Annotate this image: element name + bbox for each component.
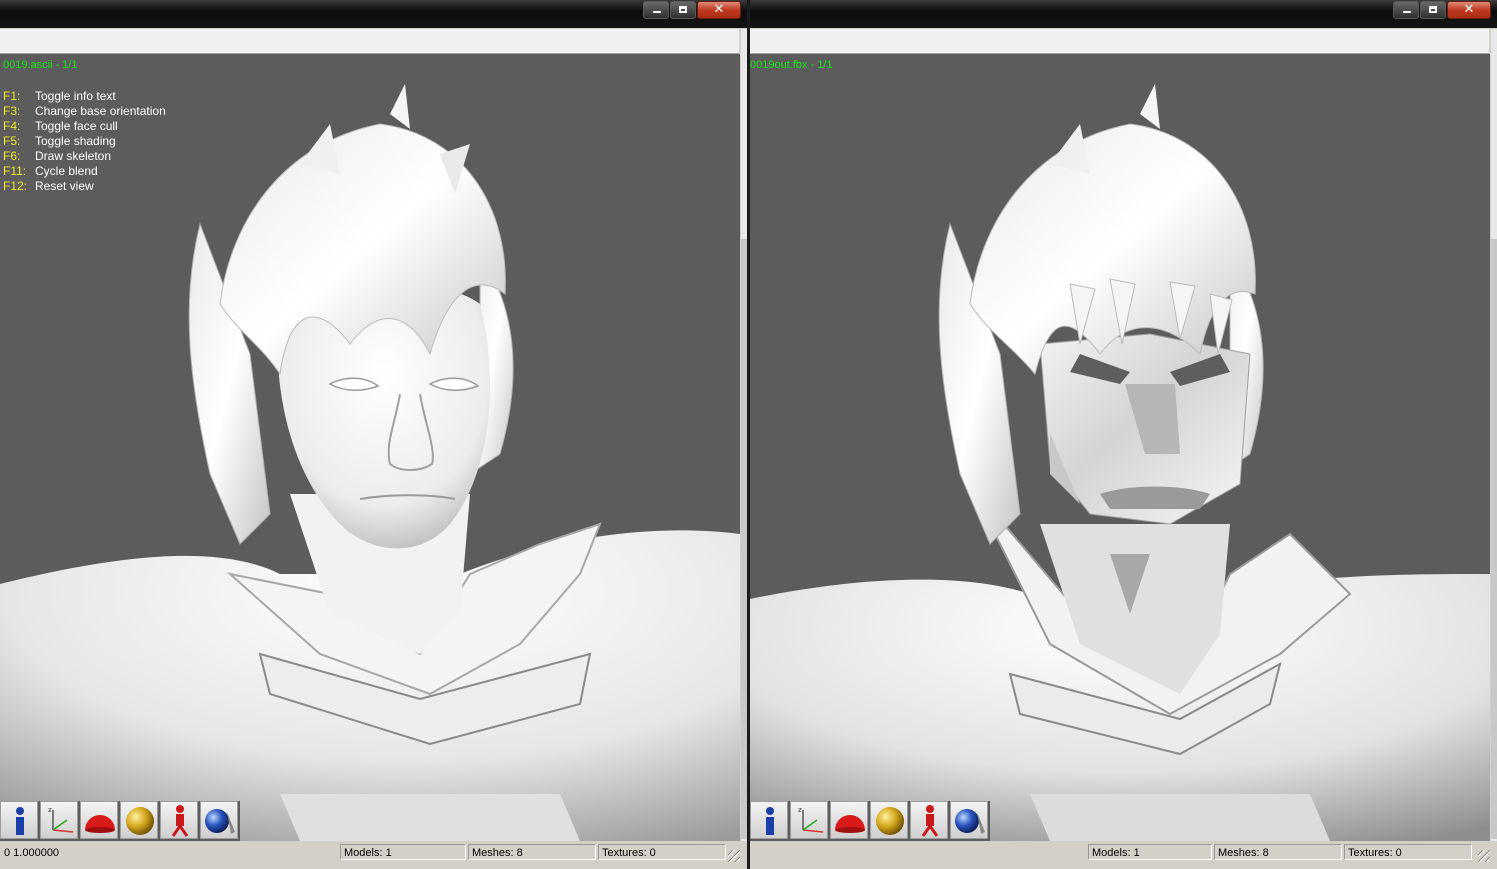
help-line: F12: Reset view bbox=[3, 179, 166, 194]
vertical-scrollbar[interactable] bbox=[1491, 29, 1497, 841]
minimize-icon bbox=[1403, 11, 1411, 13]
svg-text:z: z bbox=[798, 806, 802, 814]
minimize-icon bbox=[653, 11, 661, 13]
status-bar: 0 1.000000 Models: 1 Meshes: 8 Textures:… bbox=[0, 842, 740, 862]
robot-skeleton-icon bbox=[921, 805, 939, 837]
help-action: Toggle face cull bbox=[35, 119, 118, 133]
help-key: F3: bbox=[3, 104, 21, 118]
close-button[interactable]: ✕ bbox=[1447, 1, 1491, 19]
help-key: F4: bbox=[3, 119, 21, 133]
help-action: Draw skeleton bbox=[35, 149, 112, 163]
status-textures: Textures: 0 bbox=[598, 844, 726, 860]
maximize-button[interactable] bbox=[1420, 1, 1446, 19]
blue-sphere-icon bbox=[955, 809, 985, 834]
title-bar[interactable]: ✕ bbox=[750, 0, 1497, 28]
skeleton-button[interactable] bbox=[910, 801, 948, 839]
render-viewport[interactable]: 0019.ascii - 1/1 F1: Toggle info text F3:… bbox=[0, 54, 740, 841]
vertical-scrollbar[interactable] bbox=[741, 29, 747, 841]
axes-icon: z bbox=[48, 806, 74, 833]
robot-skeleton-icon bbox=[171, 805, 189, 837]
status-meshes: Meshes: 8 bbox=[1214, 844, 1342, 860]
help-line: F4: Toggle face cull bbox=[3, 119, 166, 134]
gold-sphere-icon bbox=[126, 807, 154, 835]
title-bar[interactable]: ✕ bbox=[0, 0, 747, 28]
viewer-window-right: ✕ 0019out.fbx - 1/1 z Models: 1 Meshes: … bbox=[750, 0, 1497, 869]
sphere-button[interactable] bbox=[870, 801, 908, 839]
help-line: F11: Cycle blend bbox=[3, 164, 166, 179]
axes-button[interactable]: z bbox=[40, 801, 78, 839]
info-icon bbox=[766, 807, 774, 835]
hemisphere-button[interactable] bbox=[830, 801, 868, 839]
status-value: 0 1.000000 bbox=[4, 847, 60, 859]
close-icon: ✕ bbox=[713, 2, 725, 17]
status-meshes: Meshes: 8 bbox=[468, 844, 596, 860]
skeleton-button[interactable] bbox=[160, 801, 198, 839]
maximize-icon bbox=[679, 6, 687, 13]
red-dome-icon bbox=[85, 815, 115, 833]
viewer-window-left: ✕ 0019.ascii - 1/1 F1: Toggle info text … bbox=[0, 0, 747, 869]
info-icon bbox=[16, 807, 24, 835]
help-action: Reset view bbox=[35, 179, 94, 193]
svg-text:z: z bbox=[48, 806, 52, 814]
file-title: 0019out.fbx - 1/1 bbox=[750, 59, 833, 71]
maximize-button[interactable] bbox=[670, 1, 696, 19]
resize-grip[interactable] bbox=[728, 850, 740, 862]
help-key: F6: bbox=[3, 149, 21, 163]
status-textures: Textures: 0 bbox=[1344, 844, 1472, 860]
minimize-button[interactable] bbox=[1393, 1, 1419, 19]
scrollbar-thumb[interactable] bbox=[1491, 239, 1497, 839]
menu-bar bbox=[0, 29, 739, 54]
info-button[interactable] bbox=[750, 801, 788, 839]
resize-grip[interactable] bbox=[1478, 850, 1490, 862]
material-button[interactable] bbox=[950, 801, 988, 839]
sphere-button[interactable] bbox=[120, 801, 158, 839]
help-action: Toggle info text bbox=[35, 89, 116, 103]
viewer-toolbar: z bbox=[750, 801, 990, 841]
help-line: F1: Toggle info text bbox=[3, 89, 166, 104]
help-line: F3: Change base orientation bbox=[3, 104, 166, 119]
help-action: Change base orientation bbox=[35, 104, 166, 118]
help-action: Toggle shading bbox=[35, 134, 116, 148]
help-key: F12: bbox=[3, 179, 28, 193]
help-overlay: F1: Toggle info text F3: Change base orien… bbox=[3, 89, 166, 194]
blue-sphere-icon bbox=[205, 809, 235, 834]
maximize-icon bbox=[1429, 6, 1437, 13]
status-models: Models: 1 bbox=[340, 844, 466, 860]
info-button[interactable] bbox=[0, 801, 38, 839]
hemisphere-button[interactable] bbox=[80, 801, 118, 839]
close-button[interactable]: ✕ bbox=[697, 1, 741, 19]
viewer-toolbar: z bbox=[0, 801, 240, 841]
help-key: F11: bbox=[3, 164, 27, 178]
help-line: F5: Toggle shading bbox=[3, 134, 166, 149]
help-line: F6: Draw skeleton bbox=[3, 149, 166, 164]
minimize-button[interactable] bbox=[643, 1, 669, 19]
red-dome-icon bbox=[835, 815, 865, 833]
help-action: Cycle blend bbox=[35, 164, 98, 178]
file-title: 0019.ascii - 1/1 bbox=[3, 59, 78, 71]
close-icon: ✕ bbox=[1463, 2, 1475, 17]
axes-button[interactable]: z bbox=[790, 801, 828, 839]
render-viewport[interactable]: 0019out.fbx - 1/1 z bbox=[750, 54, 1490, 841]
head-model-render bbox=[750, 84, 1490, 841]
scrollbar-thumb[interactable] bbox=[741, 239, 747, 839]
gold-sphere-icon bbox=[876, 807, 904, 835]
status-models: Models: 1 bbox=[1088, 844, 1212, 860]
help-key: F5: bbox=[3, 134, 21, 148]
help-key: F1: bbox=[3, 89, 21, 103]
status-bar: Models: 1 Meshes: 8 Textures: 0 bbox=[750, 842, 1490, 862]
menu-bar bbox=[750, 29, 1489, 54]
material-button[interactable] bbox=[200, 801, 238, 839]
axes-icon: z bbox=[798, 806, 824, 833]
